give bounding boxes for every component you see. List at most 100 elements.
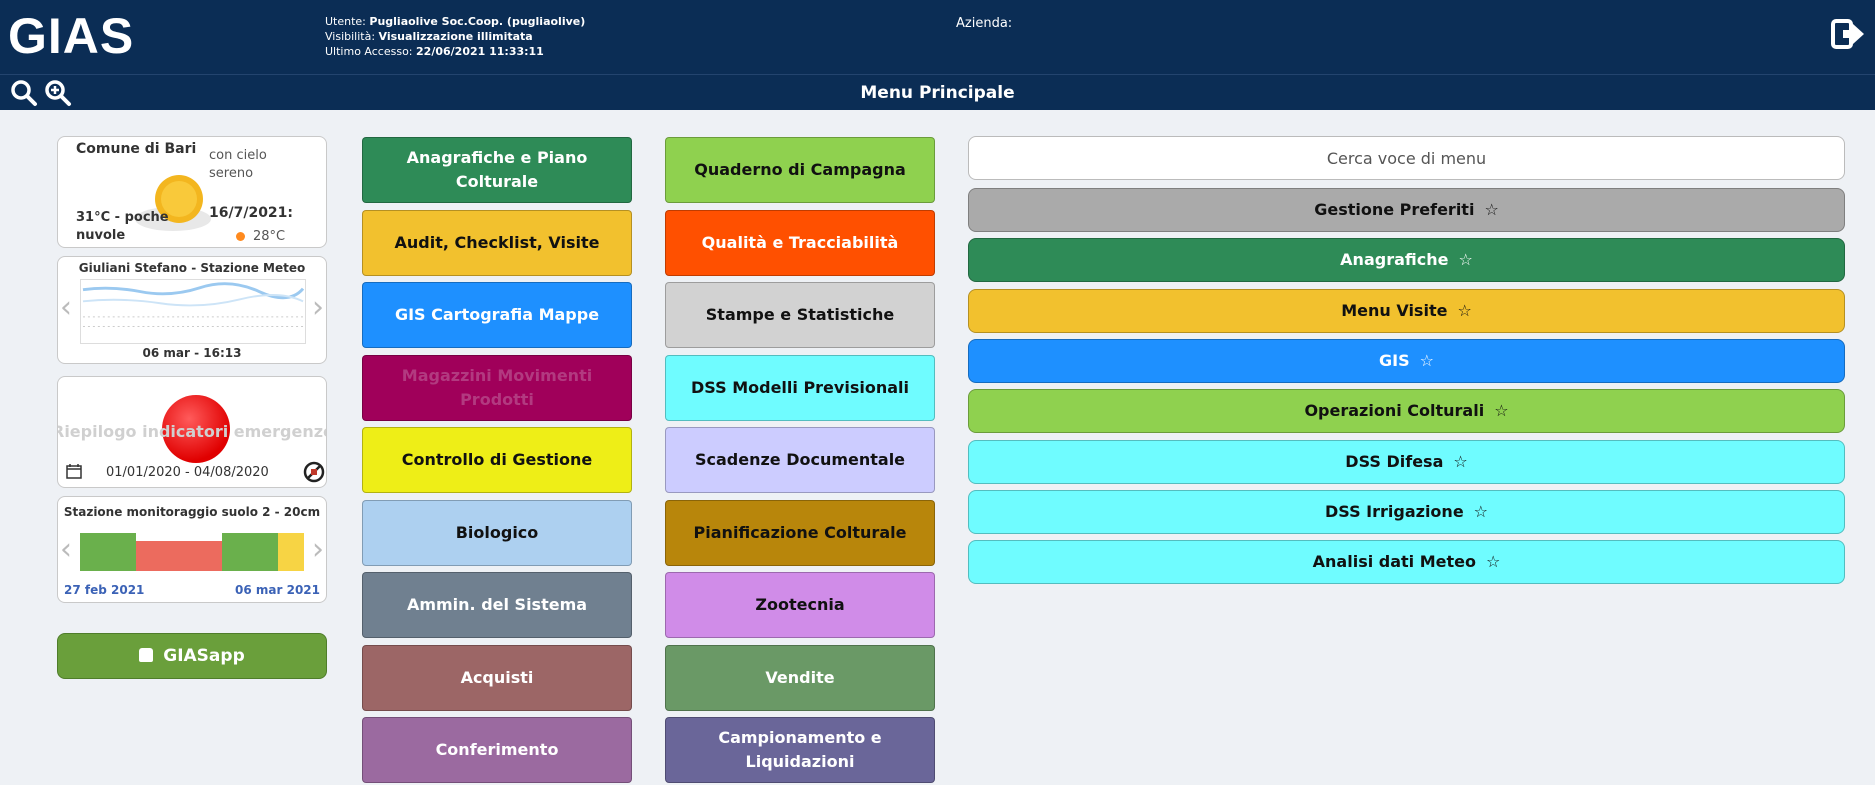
soil-next-arrow[interactable]: › bbox=[312, 535, 324, 565]
logout-icon[interactable] bbox=[1831, 18, 1865, 50]
user-value: Pugliaolive Soc.Coop. (pugliaolive) bbox=[369, 15, 586, 28]
last-access-label: Ultimo Accesso: bbox=[325, 45, 413, 58]
menu-tile-label: Acquisti bbox=[460, 667, 534, 687]
giasapp-label: GIASapp bbox=[163, 646, 245, 666]
small-sun-icon bbox=[236, 232, 245, 241]
menu-tile-label: Ammin. del Sistema bbox=[406, 595, 588, 614]
star-icon[interactable]: ☆ bbox=[1457, 290, 1471, 332]
menu-tile[interactable]: Audit, Checklist, Visite bbox=[362, 209, 632, 276]
emergencies-title: Riepilogo indicatori emergenze D bbox=[57, 422, 327, 441]
no-filter-icon[interactable] bbox=[303, 461, 325, 483]
menu-tile-label: Magazzini Movimenti Prodotti bbox=[401, 365, 593, 409]
favorite-menu-item[interactable]: Anagrafiche ☆ bbox=[968, 238, 1845, 283]
menu-tile[interactable]: Scadenze Documentale bbox=[665, 427, 935, 493]
meteo-station-title: Giuliani Stefano - Stazione Meteo bbox=[78, 261, 306, 275]
menu-tile[interactable]: Anagrafiche e Piano Colturale bbox=[362, 137, 632, 203]
star-icon[interactable]: ☆ bbox=[1458, 239, 1472, 281]
menu-tile[interactable]: Magazzini Movimenti Prodotti bbox=[362, 354, 632, 421]
emergencies-date-range: 01/01/2020 - 04/08/2020 bbox=[106, 465, 269, 480]
menu-tile[interactable]: Biologico bbox=[362, 499, 632, 566]
menu-tile-label: Audit, Checklist, Visite bbox=[394, 232, 600, 252]
menu-tile-label: DSS Modelli Previsionali bbox=[691, 377, 909, 397]
menu-tile-label: Stampe e Statistiche bbox=[705, 305, 895, 324]
favorite-menu-item[interactable]: DSS Difesa ☆ bbox=[968, 439, 1845, 484]
star-icon[interactable]: ☆ bbox=[1486, 541, 1500, 583]
menu-tile[interactable]: Qualità e Tracciabilità bbox=[665, 209, 935, 276]
menu-tile[interactable]: Controllo di Gestione bbox=[362, 427, 632, 493]
favorite-menu-label: GIS bbox=[1379, 350, 1410, 370]
menu-tile-label: Vendite bbox=[765, 667, 835, 687]
calendar-icon bbox=[66, 464, 82, 479]
weather-condition: con cielo sereno bbox=[209, 148, 267, 181]
meteo-sparkline bbox=[80, 279, 306, 344]
favorite-menu-item[interactable]: Gestione Preferiti ☆ bbox=[968, 188, 1845, 232]
giasapp-button[interactable]: GIASapp bbox=[57, 633, 327, 679]
menu-tile-label: Zootecnia bbox=[755, 595, 845, 614]
menu-search-input[interactable] bbox=[968, 136, 1845, 180]
menu-tile[interactable]: Conferimento bbox=[362, 717, 632, 783]
meteo-next-arrow[interactable]: › bbox=[312, 293, 324, 323]
menu-bar: Menu Principale bbox=[0, 74, 1875, 110]
soil-date-to: 06 mar 2021 bbox=[235, 583, 320, 597]
app-logo: GIAS bbox=[8, 8, 135, 64]
menu-tile[interactable]: Ammin. del Sistema bbox=[362, 572, 632, 638]
star-icon[interactable]: ☆ bbox=[1484, 189, 1498, 231]
menu-tile[interactable]: Quaderno di Campagna bbox=[665, 137, 935, 203]
favorite-menu-label: DSS Difesa bbox=[1345, 451, 1444, 471]
soil-station-title: Stazione monitoraggio suolo 2 - 20cm bbox=[63, 505, 321, 519]
favorite-menu-label: Analisi dati Meteo bbox=[1312, 552, 1476, 572]
soil-prev-arrow[interactable]: ‹ bbox=[60, 535, 72, 565]
menu-tile[interactable]: Zootecnia bbox=[665, 572, 935, 638]
favorite-menu-item[interactable]: Menu Visite ☆ bbox=[968, 288, 1845, 333]
menu-tile-label: GIS Cartografia Mappe bbox=[394, 305, 600, 324]
weather-next-date: 16/7/2021: bbox=[209, 205, 294, 221]
menu-tile[interactable]: GIS Cartografia Mappe bbox=[362, 282, 632, 348]
favorite-menu-label: DSS Irrigazione bbox=[1324, 501, 1464, 521]
last-access-value: 22/06/2021 11:33:11 bbox=[416, 45, 544, 58]
favorite-menu-label: Menu Visite bbox=[1341, 300, 1448, 320]
star-icon[interactable]: ☆ bbox=[1474, 491, 1488, 533]
menu-tile[interactable]: Acquisti bbox=[362, 644, 632, 711]
weather-next-temp: 28°C bbox=[236, 229, 285, 244]
favorite-menu-item[interactable]: Analisi dati Meteo ☆ bbox=[968, 540, 1845, 585]
menu-tile-label: Quaderno di Campagna bbox=[694, 160, 906, 179]
meteo-station-widget[interactable]: Giuliani Stefano - Stazione Meteo ‹ › 06… bbox=[57, 256, 327, 364]
meteo-station-timestamp: 06 mar - 16:13 bbox=[142, 346, 242, 360]
soil-station-widget[interactable]: Stazione monitoraggio suolo 2 - 20cm ‹ ›… bbox=[57, 496, 327, 603]
star-icon[interactable]: ☆ bbox=[1494, 390, 1508, 432]
meteo-prev-arrow[interactable]: ‹ bbox=[60, 293, 72, 323]
soil-moisture-bars bbox=[80, 533, 304, 571]
menu-tile-label: Anagrafiche e Piano Colturale bbox=[406, 148, 588, 191]
menu-tile[interactable]: Stampe e Statistiche bbox=[665, 282, 935, 348]
favorite-menu-item[interactable]: Operazioni Colturali ☆ bbox=[968, 389, 1845, 434]
weather-current: 31°C - poche nuvole bbox=[76, 210, 169, 243]
menu-tile-label: Pianificazione Colturale bbox=[693, 522, 907, 542]
soil-date-from: 27 feb 2021 bbox=[64, 583, 145, 597]
favorite-menu-label: Operazioni Colturali bbox=[1304, 401, 1485, 421]
favorite-menu-label: Anagrafiche bbox=[1340, 250, 1449, 270]
menu-tile-label: Controllo di Gestione bbox=[401, 450, 593, 469]
menu-tile-label: Biologico bbox=[455, 522, 539, 542]
page-title: Menu Principale bbox=[860, 83, 1015, 103]
emergencies-widget[interactable]: Riepilogo indicatori emergenze D 01/01/2… bbox=[57, 376, 327, 488]
favorite-menu-label: Gestione Preferiti bbox=[1314, 200, 1475, 219]
menu-tile-label: Conferimento bbox=[435, 740, 559, 759]
favorite-menu-item[interactable]: GIS ☆ bbox=[968, 338, 1845, 383]
menu-tile[interactable]: Pianificazione Colturale bbox=[665, 499, 935, 566]
star-icon[interactable]: ☆ bbox=[1453, 441, 1467, 483]
visibility-value: Visualizzazione illimitata bbox=[378, 30, 533, 43]
weather-widget[interactable]: Comune di Bari con cielo sereno 31°C - p… bbox=[57, 136, 327, 248]
visibility-label: Visibilità: bbox=[325, 30, 376, 43]
weather-city: Comune di Bari bbox=[76, 141, 197, 157]
favorite-menu-item[interactable]: DSS Irrigazione ☆ bbox=[968, 489, 1845, 534]
menu-tile-label: Campionamento e Liquidazioni bbox=[718, 728, 882, 771]
menu-tile[interactable]: DSS Modelli Previsionali bbox=[665, 354, 935, 421]
star-icon[interactable]: ☆ bbox=[1420, 340, 1434, 382]
menu-tile[interactable]: Vendite bbox=[665, 644, 935, 711]
user-info: Utente: Pugliaolive Soc.Coop. (pugliaoli… bbox=[325, 14, 585, 59]
menu-tile-label: Scadenze Documentale bbox=[694, 450, 906, 469]
weather-next-temp-value: 28°C bbox=[253, 229, 286, 244]
menu-tile[interactable]: Campionamento e Liquidazioni bbox=[665, 717, 935, 783]
azienda-label: Azienda: bbox=[956, 16, 1013, 31]
top-header: GIAS Utente: Pugliaolive Soc.Coop. (pugl… bbox=[0, 0, 1875, 74]
